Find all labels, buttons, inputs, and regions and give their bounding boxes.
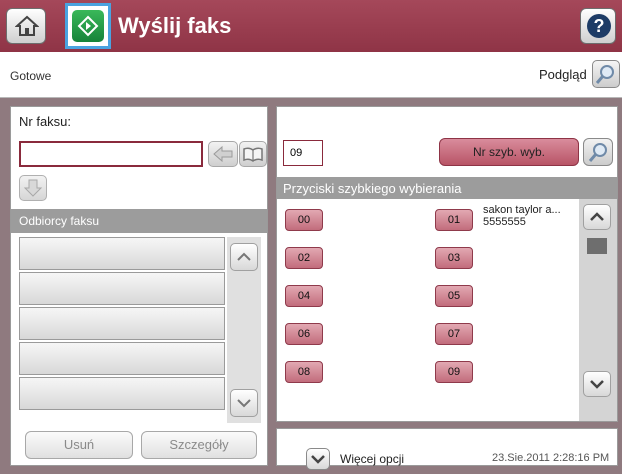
recipients-scroll-down-button[interactable]	[230, 389, 258, 417]
page-title: Wyślij faks	[118, 13, 232, 38]
speed-dial-00[interactable]: 00	[285, 209, 323, 231]
speed-dial-06[interactable]: 06	[285, 323, 323, 345]
recipient-row[interactable]	[19, 342, 225, 375]
speed-dial-scroll-thumb[interactable]	[587, 238, 607, 254]
backspace-icon	[213, 145, 233, 163]
speed-dial-04[interactable]: 04	[285, 285, 323, 307]
recipients-header: Odbiorcy faksu	[11, 209, 267, 233]
address-book-button[interactable]	[239, 141, 267, 167]
home-icon	[15, 15, 39, 36]
speed-dial-01[interactable]: 01	[435, 209, 473, 231]
start-button-frame	[65, 3, 111, 49]
speed-dial-01-entry: sakon taylor a... 5555555	[483, 204, 561, 228]
add-recipient-button[interactable]	[19, 175, 47, 201]
speed-dial-scroll-up-button[interactable]	[583, 204, 611, 230]
speed-dial-list: 00 01 sakon taylor a... 5555555 02 03 04…	[277, 199, 579, 421]
start-icon	[77, 15, 99, 37]
speed-dial-08[interactable]: 08	[285, 361, 323, 383]
speed-dial-09[interactable]: 09	[435, 361, 473, 383]
title-bar: Wyślij faks ?	[0, 0, 622, 52]
chevron-down-icon	[237, 399, 251, 408]
arrow-down-icon	[23, 179, 43, 197]
more-options-label[interactable]: Więcej opcji	[340, 452, 404, 466]
home-button[interactable]	[6, 8, 46, 44]
status-bar: Gotowe Podgląd	[0, 52, 622, 98]
speed-dial-07[interactable]: 07	[435, 323, 473, 345]
speed-dial-03[interactable]: 03	[435, 247, 473, 269]
speed-dial-panel: Nr szyb. wyb. Przyciski szybkiego wybier…	[276, 106, 618, 422]
speed-dial-01-number: 5555555	[483, 216, 526, 228]
delete-button[interactable]: Usuń	[25, 431, 133, 459]
speed-dial-02[interactable]: 02	[285, 247, 323, 269]
recipient-row[interactable]	[19, 377, 225, 410]
speed-dial-scroll-down-button[interactable]	[583, 371, 611, 397]
speed-dial-search-button[interactable]	[583, 138, 613, 166]
fax-number-label: Nr faksu:	[19, 114, 72, 129]
chevron-up-icon	[590, 212, 604, 221]
chevron-down-icon	[311, 455, 325, 464]
start-button[interactable]	[72, 10, 104, 42]
speed-dial-01-name: sakon taylor a...	[483, 204, 561, 216]
magnifier-icon	[595, 65, 614, 84]
status-text: Gotowe	[10, 69, 52, 83]
speed-dial-number-button[interactable]: Nr szyb. wyb.	[439, 138, 579, 166]
fax-number-input[interactable]	[19, 141, 203, 167]
speed-dial-number-input[interactable]	[283, 140, 323, 166]
speed-dial-header: Przyciski szybkiego wybierania	[277, 177, 617, 199]
fax-number-panel: Nr faksu: Odbiorcy faksu Usuń Szczegóły	[10, 106, 268, 466]
recipient-row[interactable]	[19, 307, 225, 340]
chevron-up-icon	[237, 252, 251, 261]
backspace-button[interactable]	[208, 141, 238, 167]
speed-dial-05[interactable]: 05	[435, 285, 473, 307]
address-book-icon	[243, 147, 263, 162]
details-button[interactable]: Szczegóły	[141, 431, 257, 459]
datetime: 23.Sie.2011 2:28:16 PM	[492, 452, 610, 464]
recipient-row[interactable]	[19, 237, 225, 270]
chevron-down-icon	[590, 380, 604, 389]
recipients-scroll-up-button[interactable]	[230, 243, 258, 271]
help-button[interactable]: ?	[580, 8, 616, 44]
preview-button[interactable]	[592, 60, 620, 88]
preview-label: Podgląd	[539, 67, 587, 82]
more-options-button[interactable]	[306, 448, 330, 470]
magnifier-icon	[588, 143, 607, 162]
help-icon: ?	[587, 14, 611, 38]
recipient-row[interactable]	[19, 272, 225, 305]
